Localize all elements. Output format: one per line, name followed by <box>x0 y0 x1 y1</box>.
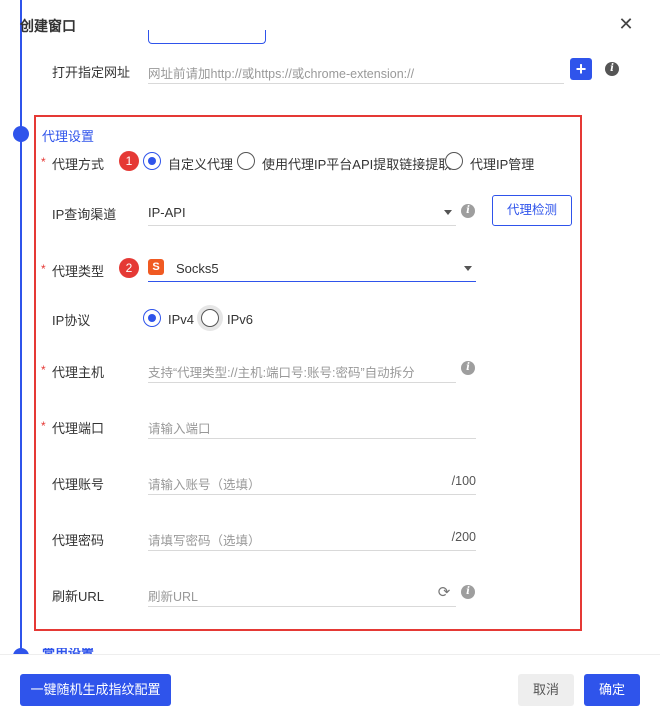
refresh-url-placeholder: 刷新URL <box>148 590 199 604</box>
ip-channel-value: IP-API <box>148 205 186 220</box>
timeline-dot-proxy <box>13 126 29 142</box>
ip-channel-select[interactable]: IP-API <box>148 198 456 226</box>
radio-custom-proxy[interactable] <box>143 152 161 170</box>
proxy-password-label: 代理密码 <box>52 533 105 548</box>
account-char-counter: /100 <box>451 474 476 488</box>
proxy-port-label: 代理端口 <box>41 418 104 437</box>
footer-divider <box>0 654 660 655</box>
proxy-section-title: 代理设置 <box>42 129 95 144</box>
radio-ip-manage[interactable] <box>445 152 463 170</box>
generate-fingerprint-button[interactable]: 一键随机生成指纹配置 <box>20 674 171 706</box>
add-url-button[interactable]: + <box>570 58 592 80</box>
proxy-password-input[interactable]: 请填写密码（选填） /200 <box>148 523 476 551</box>
refresh-url-input[interactable]: 刷新URL ⟳ <box>148 579 456 607</box>
proxy-host-placeholder: 支持“代理类型://主机:端口号:账号:密码”自动拆分 <box>148 366 415 380</box>
chevron-down-icon <box>464 266 472 271</box>
proxy-type-select[interactable]: S Socks5 <box>148 254 476 282</box>
option-ip-manage[interactable]: 代理IP管理 <box>470 154 534 173</box>
socks-logo-icon: S <box>148 259 164 275</box>
close-icon[interactable]: ✕ <box>616 14 636 34</box>
proxy-type-label: 代理类型 <box>41 261 104 280</box>
partial-button[interactable] <box>148 30 266 44</box>
radio-ipv4[interactable] <box>143 309 161 327</box>
option-api-extract[interactable]: 使用代理IP平台API提取链接提取 <box>262 154 451 173</box>
refresh-url-label: 刷新URL <box>52 589 105 604</box>
radio-api-extract[interactable] <box>237 152 255 170</box>
chevron-down-icon <box>444 210 452 215</box>
ip-protocol-label: IP协议 <box>52 313 91 328</box>
proxy-account-input[interactable]: 请输入账号（选填） /100 <box>148 467 476 495</box>
proxy-port-placeholder: 请输入端口 <box>148 422 211 436</box>
step-badge-2: 2 <box>119 258 139 278</box>
proxy-host-input[interactable]: 支持“代理类型://主机:端口号:账号:密码”自动拆分 <box>148 355 456 383</box>
password-char-counter: /200 <box>451 530 476 544</box>
open-url-label: 打开指定网址 <box>52 65 131 80</box>
open-url-placeholder: 网址前请加http://或https://或chrome-extension:/… <box>148 67 415 81</box>
proxy-check-button[interactable]: 代理检测 <box>492 195 572 226</box>
proxy-account-label: 代理账号 <box>52 477 105 492</box>
confirm-button[interactable]: 确定 <box>584 674 640 706</box>
radio-ipv6[interactable] <box>201 309 219 327</box>
ip-channel-label: IP查询渠道 <box>52 207 117 222</box>
option-ipv6[interactable]: IPv6 <box>227 312 253 327</box>
step-badge-1: 1 <box>119 151 139 171</box>
refresh-icon[interactable]: ⟳ <box>436 585 452 601</box>
info-icon[interactable]: i <box>461 361 475 375</box>
open-url-input[interactable]: 网址前请加http://或https://或chrome-extension:/… <box>148 56 564 84</box>
info-icon[interactable]: i <box>605 62 619 76</box>
proxy-host-label: 代理主机 <box>41 362 104 381</box>
proxy-password-placeholder: 请填写密码（选填） <box>148 534 261 548</box>
info-icon[interactable]: i <box>461 204 475 218</box>
proxy-mode-label: 代理方式 <box>41 154 104 173</box>
info-icon[interactable]: i <box>461 585 475 599</box>
proxy-account-placeholder: 请输入账号（选填） <box>148 478 261 492</box>
option-ipv4[interactable]: IPv4 <box>168 312 194 327</box>
proxy-type-value: Socks5 <box>176 261 219 276</box>
timeline-line <box>20 0 22 660</box>
dialog-title: 创建窗口 <box>20 18 76 34</box>
proxy-port-input[interactable]: 请输入端口 <box>148 411 476 439</box>
cancel-button[interactable]: 取消 <box>518 674 574 706</box>
option-custom-proxy[interactable]: 自定义代理 <box>168 154 233 173</box>
